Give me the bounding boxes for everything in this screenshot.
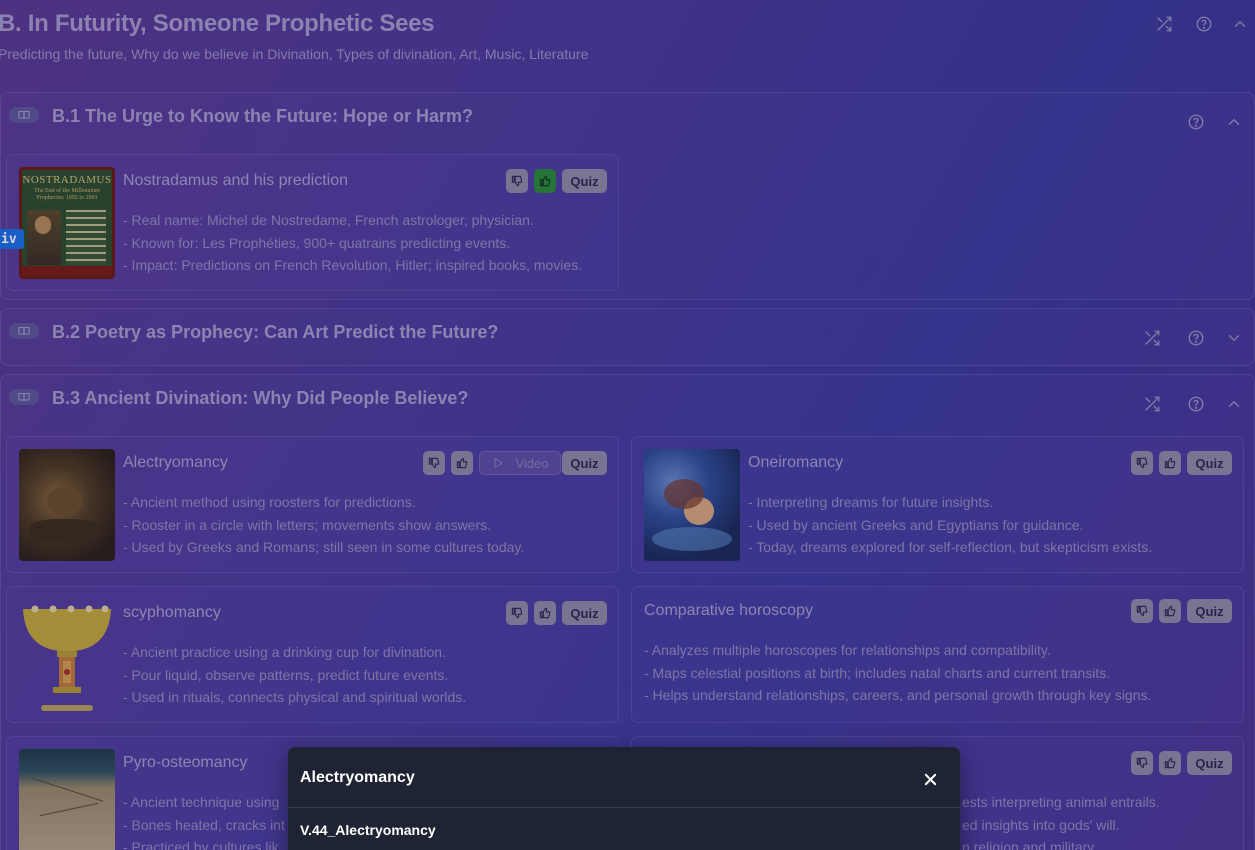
thumbs-up-button[interactable] (1159, 451, 1181, 475)
thumbs-down-button[interactable] (506, 601, 528, 625)
topic-card-oneiromancy[interactable]: Oneiromancy Quiz - Interpreting dreams f… (631, 436, 1244, 573)
book-icon (9, 389, 39, 405)
thumbs-down-button[interactable] (506, 169, 528, 193)
cup-icon (23, 605, 111, 711)
quiz-button[interactable]: Quiz (1187, 751, 1232, 775)
card-title[interactable]: Pyro-osteomancy (123, 754, 248, 772)
chevron-up-icon[interactable] (1230, 14, 1250, 34)
thumbs-down-button[interactable] (1131, 751, 1153, 775)
book-icon (9, 323, 39, 339)
thumbs-down-button[interactable] (1131, 599, 1153, 623)
chevron-up-icon[interactable] (1224, 394, 1244, 414)
topic-card-nostradamus[interactable]: NOSTRADAMUS The End of the Millennium Pr… (6, 154, 619, 291)
quiz-button[interactable]: Quiz (1187, 451, 1232, 475)
modal-divider (288, 807, 960, 808)
card-title[interactable]: Oneiromancy (748, 454, 843, 472)
card-summary: ests interpreting animal entrails. ed in… (962, 794, 1160, 850)
quiz-button[interactable]: Quiz (562, 169, 607, 193)
play-icon (495, 457, 504, 469)
thumbs-up-button[interactable] (1159, 599, 1181, 623)
card-title[interactable]: scyphomancy (123, 604, 221, 622)
help-icon[interactable] (1186, 112, 1206, 132)
quiz-button[interactable]: Quiz (1187, 599, 1232, 623)
thumbs-up-button[interactable] (534, 601, 556, 625)
card-summary: - Analyzes multiple horoscopes for relat… (644, 642, 1152, 703)
shuffle-icon[interactable] (1142, 328, 1162, 348)
card-summary: - Real name: Michel de Nostredame, Frenc… (123, 212, 583, 273)
card-summary: - Ancient practice using a drinking cup … (123, 644, 467, 705)
card-summary: - Ancient method using roosters for pred… (123, 494, 525, 555)
video-label: Video (515, 455, 549, 471)
help-icon[interactable] (1194, 14, 1214, 34)
video-name: V.44_Alectryomancy (300, 822, 436, 838)
close-button[interactable] (918, 767, 942, 791)
thumbs-down-button[interactable] (423, 451, 445, 475)
chapter-subtitle: Predicting the future, Why do we believe… (0, 46, 589, 62)
topic-card-alectryomancy[interactable]: Alectryomancy Video Quiz - Ancient metho… (6, 436, 619, 573)
thumbs-down-button[interactable] (1131, 451, 1153, 475)
card-summary: - Interpreting dreams for future insight… (748, 494, 1153, 555)
oneiromancy-thumbnail (644, 449, 740, 561)
card-title[interactable]: Nostradamus and his prediction (123, 172, 348, 190)
book-icon (9, 107, 39, 123)
debug-tag: iv (0, 229, 24, 249)
modal-title: Alectryomancy (300, 769, 415, 786)
chevron-down-icon[interactable] (1224, 328, 1244, 348)
chapter-title: B. In Futurity, Someone Prophetic Sees (0, 10, 435, 37)
quiz-button[interactable]: Quiz (562, 451, 607, 475)
chapter-header: B. In Futurity, Someone Prophetic Sees P… (0, 0, 1255, 80)
quiz-button[interactable]: Quiz (562, 601, 607, 625)
section-b2: B.2 Poetry as Prophecy: Can Art Predict … (0, 308, 1255, 366)
bone-thumbnail (19, 749, 115, 850)
card-title[interactable]: Alectryomancy (123, 454, 228, 472)
topic-card-scyphomancy[interactable]: scyphomancy Quiz - Ancient practice usin… (6, 586, 619, 723)
section-title[interactable]: B.2 Poetry as Prophecy: Can Art Predict … (52, 322, 498, 343)
thumbs-up-button[interactable] (1159, 751, 1181, 775)
section-title[interactable]: B.3 Ancient Divination: Why Did People B… (52, 388, 468, 409)
help-icon[interactable] (1186, 394, 1206, 414)
section-b1: B.1 The Urge to Know the Future: Hope or… (0, 92, 1255, 300)
cup-thumbnail (19, 599, 115, 711)
chevron-up-icon[interactable] (1224, 112, 1244, 132)
thumbs-up-button[interactable] (534, 169, 556, 193)
help-icon[interactable] (1186, 328, 1206, 348)
thumbs-up-button[interactable] (451, 451, 473, 475)
topic-card-comparative-horoscopy[interactable]: Comparative horoscopy Quiz - Analyzes mu… (631, 586, 1244, 723)
card-title[interactable]: Comparative horoscopy (644, 602, 813, 620)
shuffle-icon[interactable] (1142, 394, 1162, 414)
nostradamus-thumbnail: NOSTRADAMUS The End of the Millennium Pr… (19, 167, 115, 279)
shuffle-icon[interactable] (1154, 14, 1174, 34)
video-modal: Alectryomancy V.44_Alectryomancy (288, 747, 960, 850)
close-icon (924, 773, 936, 785)
alectryomancy-thumbnail (19, 449, 115, 561)
video-button[interactable]: Video (479, 451, 561, 475)
section-title[interactable]: B.1 The Urge to Know the Future: Hope or… (52, 106, 473, 127)
